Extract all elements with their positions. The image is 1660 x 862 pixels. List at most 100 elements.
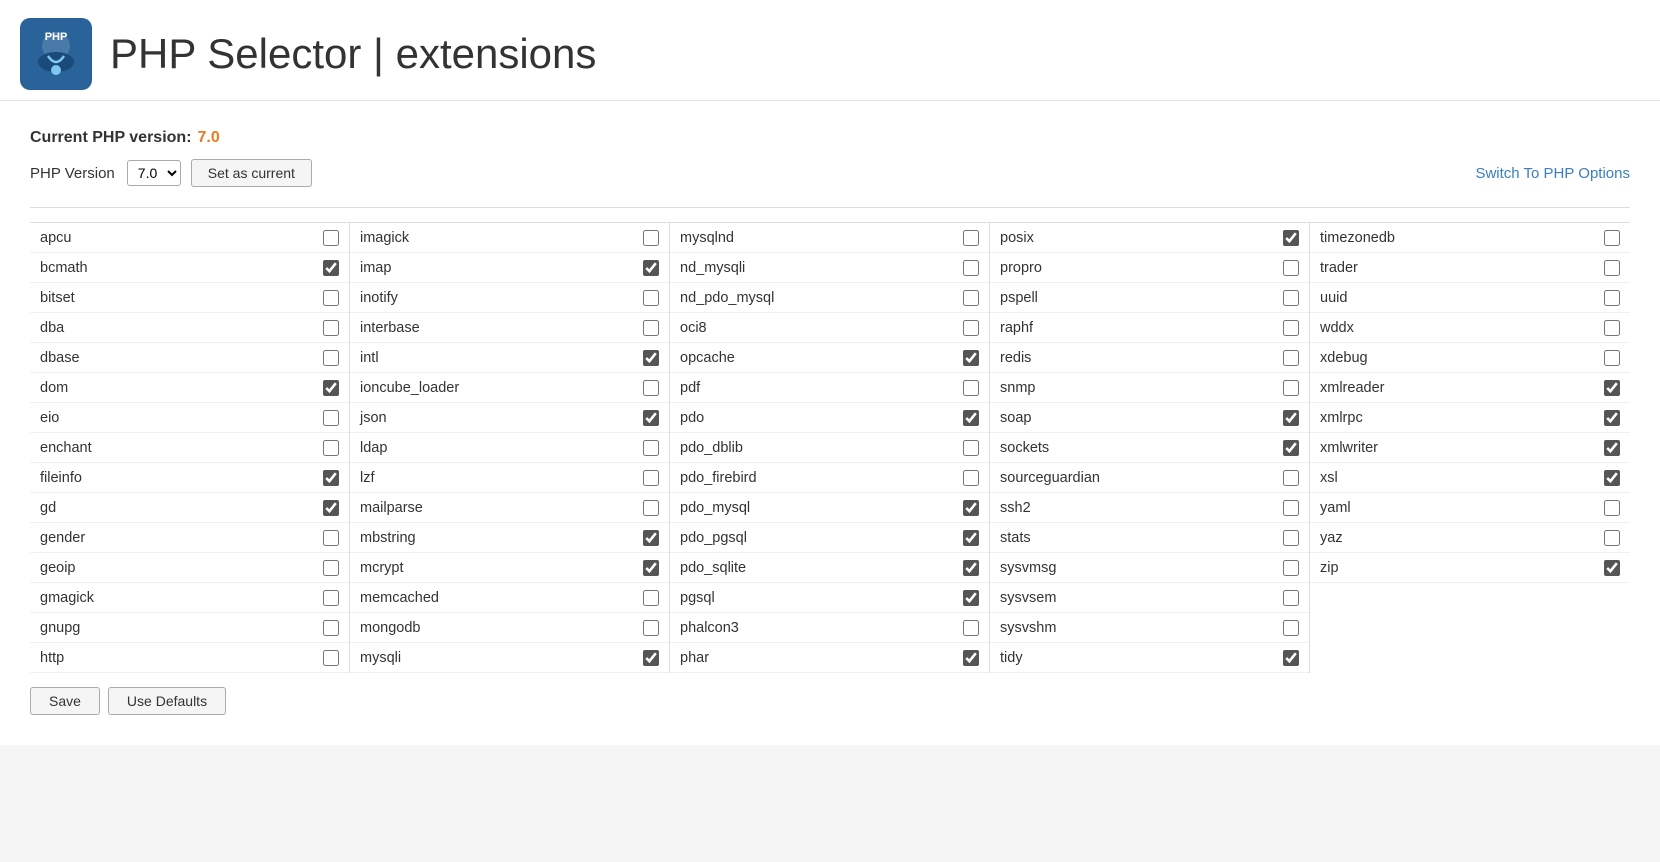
extension-checkbox[interactable] xyxy=(1283,230,1299,246)
extension-checkbox[interactable] xyxy=(1283,380,1299,396)
extension-row: oci8 xyxy=(670,313,989,343)
extension-checkbox[interactable] xyxy=(1604,290,1620,306)
extension-checkbox[interactable] xyxy=(963,650,979,666)
extension-checkbox[interactable] xyxy=(1604,410,1620,426)
extension-checkbox[interactable] xyxy=(963,530,979,546)
extension-checkbox[interactable] xyxy=(643,440,659,456)
extension-checkbox[interactable] xyxy=(643,230,659,246)
extension-checkbox[interactable] xyxy=(1283,560,1299,576)
extension-checkbox[interactable] xyxy=(963,500,979,516)
extension-checkbox[interactable] xyxy=(1283,500,1299,516)
extension-checkbox[interactable] xyxy=(643,260,659,276)
extension-checkbox[interactable] xyxy=(963,470,979,486)
extension-name: eio xyxy=(40,410,315,426)
extension-checkbox[interactable] xyxy=(963,620,979,636)
extension-checkbox[interactable] xyxy=(963,290,979,306)
extension-checkbox[interactable] xyxy=(963,350,979,366)
extension-checkbox[interactable] xyxy=(1283,320,1299,336)
switch-to-php-options-link[interactable]: Switch To PHP Options xyxy=(1475,165,1630,182)
extension-checkbox[interactable] xyxy=(963,230,979,246)
extension-name: dbase xyxy=(40,350,315,366)
extension-checkbox[interactable] xyxy=(1604,440,1620,456)
extension-checkbox[interactable] xyxy=(1283,440,1299,456)
extension-checkbox[interactable] xyxy=(323,230,339,246)
extension-name: http xyxy=(40,650,315,666)
extension-checkbox[interactable] xyxy=(963,590,979,606)
extension-checkbox[interactable] xyxy=(323,650,339,666)
extension-checkbox[interactable] xyxy=(1604,500,1620,516)
extension-checkbox[interactable] xyxy=(323,530,339,546)
php-version-select[interactable]: 7.0 5.4 5.5 5.6 7.1 7.2 xyxy=(127,160,181,186)
extension-name: xdebug xyxy=(1320,350,1596,366)
extension-checkbox[interactable] xyxy=(323,590,339,606)
extension-checkbox[interactable] xyxy=(643,380,659,396)
extension-checkbox[interactable] xyxy=(323,440,339,456)
extension-checkbox[interactable] xyxy=(1283,410,1299,426)
extension-checkbox[interactable] xyxy=(1283,620,1299,636)
extension-checkbox[interactable] xyxy=(963,440,979,456)
extension-name: snmp xyxy=(1000,380,1275,396)
extension-checkbox[interactable] xyxy=(1604,530,1620,546)
extension-checkbox[interactable] xyxy=(1604,260,1620,276)
extension-checkbox[interactable] xyxy=(1283,530,1299,546)
extension-row: mongodb xyxy=(350,613,669,643)
extension-checkbox[interactable] xyxy=(643,410,659,426)
extension-checkbox[interactable] xyxy=(1283,290,1299,306)
extension-name: posix xyxy=(1000,230,1275,246)
extension-name: timezonedb xyxy=(1320,230,1596,246)
use-defaults-button[interactable]: Use Defaults xyxy=(108,687,226,715)
extension-checkbox[interactable] xyxy=(643,350,659,366)
set-as-current-button[interactable]: Set as current xyxy=(191,159,312,187)
extension-checkbox[interactable] xyxy=(1283,260,1299,276)
extension-checkbox[interactable] xyxy=(1604,560,1620,576)
current-php-row: Current PHP version: 7.0 xyxy=(30,129,1630,147)
extension-checkbox[interactable] xyxy=(643,290,659,306)
extension-checkbox[interactable] xyxy=(1604,470,1620,486)
extension-checkbox[interactable] xyxy=(1283,350,1299,366)
extension-row: http xyxy=(30,643,349,673)
extension-row: imagick xyxy=(350,223,669,253)
extension-checkbox[interactable] xyxy=(643,320,659,336)
extension-checkbox[interactable] xyxy=(1604,320,1620,336)
extension-checkbox[interactable] xyxy=(1283,650,1299,666)
extension-checkbox[interactable] xyxy=(323,320,339,336)
extension-row: sourceguardian xyxy=(990,463,1309,493)
extension-name: xmlreader xyxy=(1320,380,1596,396)
extension-checkbox[interactable] xyxy=(1283,590,1299,606)
extension-name: pdo xyxy=(680,410,955,426)
extension-checkbox[interactable] xyxy=(963,320,979,336)
extension-checkbox[interactable] xyxy=(963,260,979,276)
extension-checkbox[interactable] xyxy=(323,290,339,306)
extension-checkbox[interactable] xyxy=(643,530,659,546)
extension-checkbox[interactable] xyxy=(1604,230,1620,246)
extension-checkbox[interactable] xyxy=(643,620,659,636)
extension-checkbox[interactable] xyxy=(323,560,339,576)
extension-checkbox[interactable] xyxy=(323,470,339,486)
extension-name: propro xyxy=(1000,260,1275,276)
save-button[interactable]: Save xyxy=(30,687,100,715)
extension-checkbox[interactable] xyxy=(1283,470,1299,486)
extension-name: zip xyxy=(1320,560,1596,576)
extension-row: interbase xyxy=(350,313,669,343)
extension-name: geoip xyxy=(40,560,315,576)
extension-row: pdo_dblib xyxy=(670,433,989,463)
extension-checkbox[interactable] xyxy=(323,410,339,426)
extension-checkbox[interactable] xyxy=(963,380,979,396)
extension-checkbox[interactable] xyxy=(643,650,659,666)
extension-name: uuid xyxy=(1320,290,1596,306)
extension-checkbox[interactable] xyxy=(323,260,339,276)
extension-checkbox[interactable] xyxy=(323,380,339,396)
extension-checkbox[interactable] xyxy=(323,350,339,366)
extension-checkbox[interactable] xyxy=(323,500,339,516)
extension-checkbox[interactable] xyxy=(1604,380,1620,396)
extension-checkbox[interactable] xyxy=(643,500,659,516)
extension-checkbox[interactable] xyxy=(323,620,339,636)
extension-checkbox[interactable] xyxy=(643,590,659,606)
extension-checkbox[interactable] xyxy=(1604,350,1620,366)
extension-row: zip xyxy=(1310,553,1630,583)
extension-checkbox[interactable] xyxy=(963,410,979,426)
extension-checkbox[interactable] xyxy=(643,470,659,486)
extension-checkbox[interactable] xyxy=(963,560,979,576)
extension-name: sockets xyxy=(1000,440,1275,456)
extension-checkbox[interactable] xyxy=(643,560,659,576)
